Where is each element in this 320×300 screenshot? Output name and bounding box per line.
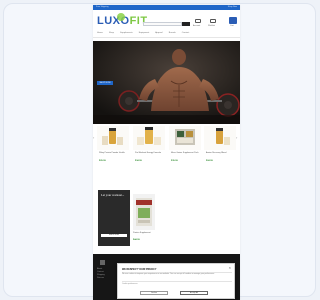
footer-links: About Contact Shipping Returns: [97, 268, 109, 280]
search-button[interactable]: [182, 22, 190, 26]
search-input[interactable]: [143, 22, 182, 26]
promo-title: Let your workout...: [101, 193, 125, 197]
nav-item[interactable]: Apparel: [155, 32, 163, 34]
hero-cta-button[interactable]: SHOP NOW: [97, 81, 113, 85]
heart-icon[interactable]: [210, 19, 216, 23]
site-logo[interactable]: LUXOFIT: [97, 13, 148, 27]
hero-athlete-image: [93, 41, 240, 124]
product-card[interactable]: Whey Protein Powder Vanilla $29.99: [97, 126, 129, 181]
product-image: [204, 126, 236, 150]
nav-item[interactable]: Home: [97, 32, 103, 34]
cookie-preferences-label: Cookie preferences: [122, 283, 138, 285]
featured-product-name: Protein Supplement: [133, 232, 151, 234]
carousel-next-icon[interactable]: ›: [236, 135, 237, 140]
product-price: $24.99: [206, 160, 213, 162]
nav-item[interactable]: Brands: [169, 32, 176, 34]
close-icon[interactable]: ×: [229, 266, 231, 270]
product-image: [97, 126, 129, 150]
footer-link[interactable]: Returns: [97, 277, 109, 280]
wishlist-label: Wishlist: [208, 25, 215, 27]
promo-button[interactable]: SHOP NOW: [101, 234, 127, 237]
decline-button[interactable]: Decline: [140, 291, 168, 295]
cookie-consent-modal: WE RESPECT YOUR PRIVACY × We use cookies…: [117, 263, 235, 299]
product-name: Amino Recovery Blend: [206, 152, 227, 154]
featured-product-image[interactable]: [133, 194, 155, 230]
product-card[interactable]: Pre-Workout Energy Formula $34.99: [133, 126, 165, 181]
product-price: $29.99: [99, 160, 106, 162]
nav-item[interactable]: Shop: [109, 32, 114, 34]
cart-icon[interactable]: [229, 17, 237, 24]
hero-banner[interactable]: SHOP NOW: [93, 41, 240, 124]
product-price: $39.99: [171, 160, 178, 162]
footer-logo-icon: [100, 260, 105, 265]
user-icon[interactable]: [195, 19, 201, 23]
logo-leaf-icon: [117, 13, 125, 21]
product-name: Whey Protein Powder Vanilla: [99, 152, 125, 154]
accept-all-button[interactable]: Accept All: [180, 291, 208, 295]
cart-label: Cart: [230, 25, 234, 27]
product-name: Pre-Workout Energy Formula: [135, 152, 161, 154]
nav-item[interactable]: Supplements: [120, 32, 133, 34]
product-card[interactable]: Mass Gainer Supplement Pack $39.99: [169, 126, 201, 181]
product-price: $34.99: [135, 160, 142, 162]
nav-item[interactable]: Contact: [182, 32, 190, 34]
divider: [122, 281, 232, 282]
modal-text: We use cookies to improve your experienc…: [122, 273, 215, 275]
product-name: Mass Gainer Supplement Pack: [171, 152, 199, 154]
product-card[interactable]: Amino Recovery Blend $24.99: [204, 126, 236, 181]
site-header: LUXOFIT Account Wishlist Cart: [93, 10, 240, 28]
product-carousel: ‹ › Whey Protein Powder Vanilla $29.99 P…: [93, 126, 240, 181]
main-nav: Home Shop Supplements Equipment Apparel …: [93, 29, 240, 38]
carousel-prev-icon[interactable]: ‹: [93, 135, 94, 140]
featured-product-price: $44.99: [133, 239, 140, 241]
account-label: Account: [193, 25, 201, 27]
website-page: Free Shipping Shop Now LUXOFIT Account W…: [93, 5, 240, 300]
nav-item[interactable]: Equipment: [139, 32, 149, 34]
product-image: [133, 126, 165, 150]
promo-banner[interactable]: Let your workout... SHOP NOW: [98, 190, 130, 246]
product-image: [169, 126, 201, 150]
modal-title: WE RESPECT YOUR PRIVACY: [122, 268, 157, 271]
